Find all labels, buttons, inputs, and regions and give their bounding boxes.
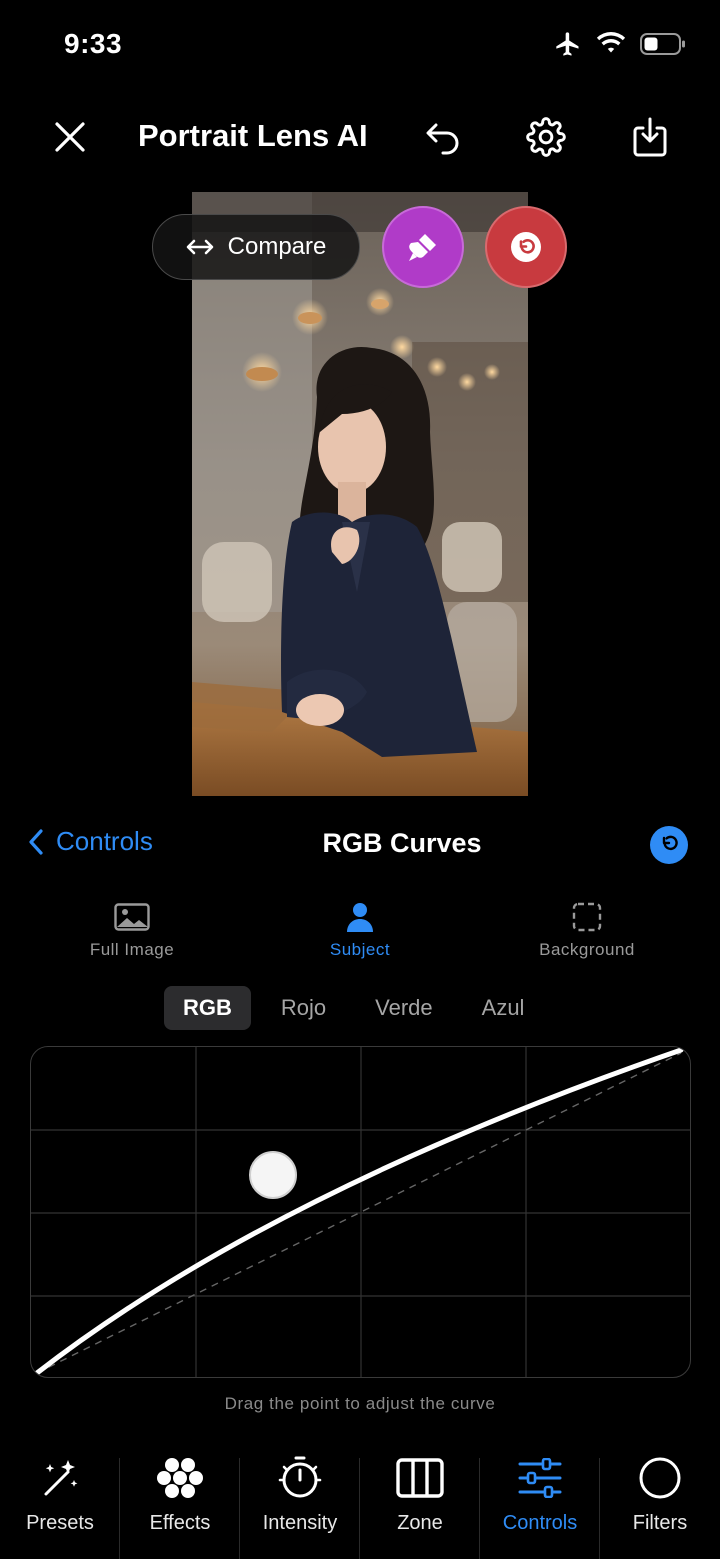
brush-button[interactable] (382, 206, 464, 288)
effects-dots-icon (157, 1458, 203, 1498)
nav-effects[interactable]: Effects (120, 1440, 240, 1559)
status-icons (554, 30, 686, 63)
channel-tabs: RGB Rojo Verde Azul (164, 986, 554, 1030)
close-button[interactable] (38, 100, 102, 174)
airplane-mode-icon (554, 30, 582, 63)
scope-label: Background (539, 940, 635, 959)
reset-curve-button[interactable] (650, 826, 688, 864)
dashed-square-icon (572, 902, 602, 932)
nav-label: Controls (502, 1512, 578, 1534)
nav-filters[interactable]: Filters (600, 1440, 720, 1559)
curve-control-point[interactable] (249, 1151, 297, 1199)
zone-columns-icon (396, 1458, 444, 1498)
download-tray-icon (633, 117, 667, 157)
nav-intensity[interactable]: Intensity (240, 1440, 360, 1559)
scope-tabs: Full Image Subject Background (0, 900, 720, 970)
scope-label: Subject (329, 940, 391, 959)
edited-photo[interactable] (192, 192, 528, 796)
export-button[interactable] (618, 100, 682, 174)
curve-editor[interactable] (30, 1046, 691, 1378)
channel-tab-green[interactable]: Verde (356, 986, 452, 1030)
channel-tab-blue[interactable]: Azul (463, 986, 544, 1030)
nav-label: Filters (632, 1512, 688, 1534)
arrows-left-right-icon (186, 239, 213, 255)
magic-wand-icon (44, 1460, 78, 1496)
undo-button[interactable] (411, 100, 475, 174)
section-title: RGB Curves (322, 828, 482, 858)
reset-circle-icon (511, 232, 541, 262)
status-bar: 9:33 (0, 0, 720, 92)
nav-presets[interactable]: Presets (0, 1440, 120, 1559)
channel-tab-red[interactable]: Rojo (262, 986, 345, 1030)
nav-label: Effects (149, 1512, 211, 1534)
nav-label: Intensity (262, 1512, 338, 1534)
circle-icon (639, 1457, 681, 1499)
scope-label: Full Image (89, 940, 175, 959)
brush-icon (409, 234, 436, 261)
reset-icon (662, 835, 678, 851)
controls-header: Controls RGB Curves (0, 820, 720, 868)
bottom-nav: Presets Effects Intensity Zone Controls (0, 1440, 720, 1559)
undo-icon (426, 123, 459, 155)
nav-zone[interactable]: Zone (360, 1440, 480, 1559)
gear-icon (526, 117, 566, 157)
nav-controls[interactable]: Controls (480, 1440, 600, 1559)
curve-canvas (31, 1047, 690, 1377)
scope-subject[interactable]: Subject (280, 900, 440, 960)
status-time: 9:33 (64, 28, 123, 59)
sliders-icon (518, 1458, 562, 1498)
portrait-image (192, 192, 528, 796)
compare-button[interactable]: Compare (152, 214, 360, 280)
wifi-icon (596, 32, 626, 61)
person-icon (347, 903, 373, 932)
curve-hint: Drag the point to adjust the curve (224, 1394, 496, 1413)
scope-full-image[interactable]: Full Image (52, 900, 212, 960)
battery-icon (640, 32, 686, 61)
top-toolbar: Portrait Lens AI (0, 100, 720, 174)
scope-background[interactable]: Background (507, 900, 667, 960)
channel-tab-rgb[interactable]: RGB (164, 986, 251, 1030)
nav-label: Presets (26, 1512, 94, 1534)
nav-label: Zone (397, 1512, 443, 1534)
reset-photo-button[interactable] (485, 206, 567, 288)
image-icon (114, 903, 150, 931)
compare-label: Compare (227, 233, 327, 260)
timer-icon (278, 1456, 322, 1498)
app-title: Portrait Lens AI (138, 118, 368, 153)
close-icon (55, 122, 85, 152)
settings-button[interactable] (514, 100, 578, 174)
